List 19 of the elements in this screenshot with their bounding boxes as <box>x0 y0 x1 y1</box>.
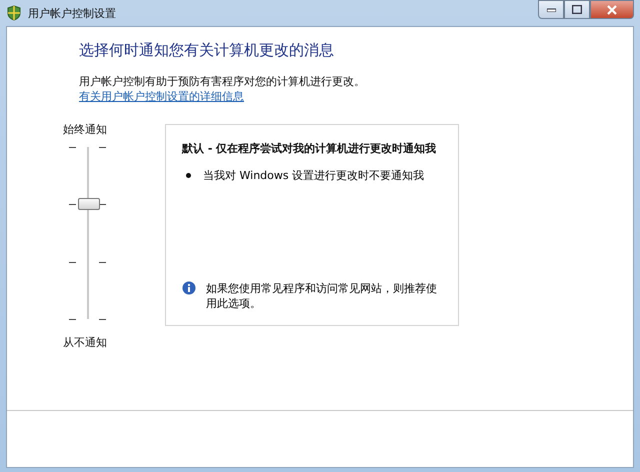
minimize-icon <box>546 8 556 12</box>
maximize-button[interactable] <box>564 0 590 19</box>
slider-bottom-label: 从不通知 <box>63 335 107 350</box>
info-icon <box>182 281 196 295</box>
maximize-icon <box>572 5 582 14</box>
close-button[interactable] <box>590 0 634 19</box>
shield-icon <box>6 5 22 21</box>
page-heading: 选择何时通知您有关计算机更改的消息 <box>79 41 335 60</box>
slider-thumb[interactable] <box>78 198 100 210</box>
bullet-icon <box>186 173 191 178</box>
intro-text: 用户帐户控制有助于预防有害程序对您的计算机进行更改。 <box>79 74 366 89</box>
minimize-button[interactable] <box>538 0 564 19</box>
description-title: 默认 - 仅在程序尝试对我的计算机进行更改时通知我 <box>182 141 438 156</box>
close-icon <box>607 4 617 14</box>
bullet-text: 当我对 Windows 设置进行更改时不要通知我 <box>203 168 424 183</box>
slider-top-label: 始终通知 <box>63 122 107 137</box>
details-link[interactable]: 有关用户帐户控制设置的详细信息 <box>79 89 633 104</box>
window-title: 用户帐户控制设置 <box>28 6 116 20</box>
recommendation-note: 如果您使用常见程序和访问常见网站，则推荐使用此选项。 <box>206 281 438 311</box>
